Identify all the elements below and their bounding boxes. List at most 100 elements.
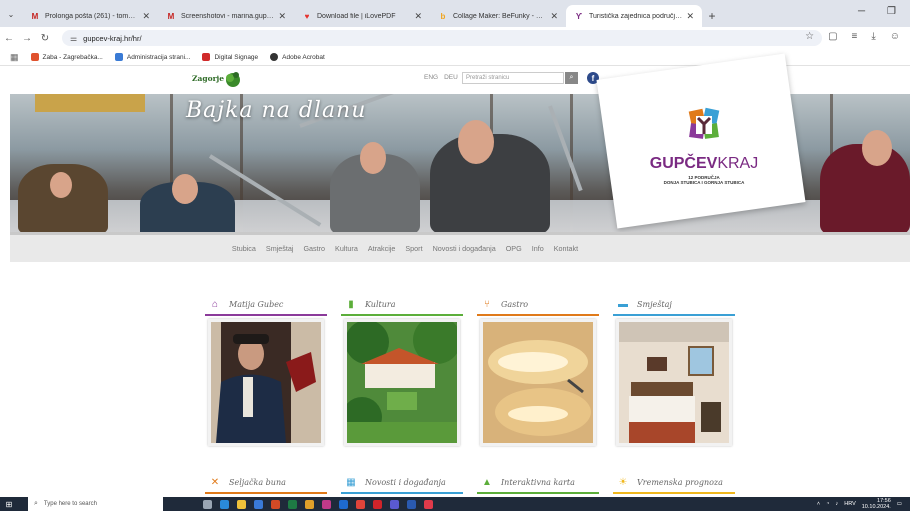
file-explorer-icon[interactable] [237, 499, 246, 509]
notification-icon[interactable]: ▭ [897, 501, 902, 507]
menu-item-kultura[interactable]: Kultura [335, 244, 358, 253]
sword-decor [548, 105, 583, 192]
bookmark-adobe-acrobat[interactable]: Adobe Acrobat [270, 53, 325, 61]
card-vremenska-prognoza[interactable]: ☀ Vremenska prognoza [613, 472, 735, 494]
smjestaj-image[interactable] [616, 319, 732, 446]
admin-icon [114, 53, 123, 61]
gmail-icon: M [167, 11, 175, 21]
minimize-icon[interactable]: ─ [858, 6, 865, 17]
card-smjestaj[interactable]: ▬ Smještaj [613, 294, 735, 449]
crossed-swords-icon: ✕ [210, 476, 220, 488]
tab-bar: ⌄ M Prolonga pošta (261) - tomelo... ✕ M… [0, 0, 910, 27]
warrior-woman-face [458, 120, 494, 164]
zagorje-link[interactable]: Zagorje [192, 74, 224, 83]
close-icon[interactable]: ✕ [686, 11, 694, 22]
word-icon[interactable] [407, 499, 416, 509]
download-icon[interactable]: ⤓ [871, 31, 875, 42]
address-bar[interactable]: ⚌ gupcev-kraj.hr/hr/ [62, 30, 822, 46]
card-gastro[interactable]: ⑂ Gastro [477, 294, 599, 449]
acrobat-icon[interactable] [373, 499, 382, 509]
site-info-icon[interactable]: ⚌ [70, 34, 77, 43]
teams-icon[interactable] [390, 499, 399, 509]
card-header: ▬ Smještaj [613, 294, 735, 316]
reading-list-icon[interactable]: ≡ [852, 31, 858, 42]
close-icon[interactable]: ✕ [278, 11, 286, 22]
store-icon[interactable] [254, 499, 263, 509]
keyboard-lang[interactable]: HRV [844, 501, 856, 507]
new-tab-button[interactable]: + [702, 5, 722, 27]
clock[interactable]: 17:56 10.10.2024. [862, 498, 891, 510]
edge-icon[interactable] [220, 499, 229, 509]
taskbar-search-input[interactable]: ⌕ Type here to search [28, 497, 163, 511]
bed-icon: ▬ [618, 298, 628, 310]
brand-logo-block[interactable]: GUPČEVKRAJ 12 PODRUČJA DONJA STUBICA I G… [634, 104, 774, 194]
close-icon[interactable]: ✕ [142, 11, 150, 22]
zagorje-logo-icon[interactable] [222, 69, 242, 89]
bookmark-zaba[interactable]: Zaba - Zagrebačka... [30, 53, 103, 61]
menu-item-novosti[interactable]: Novosti i događanja [433, 244, 496, 253]
menu-item-opg[interactable]: OPG [506, 244, 522, 253]
system-tray: ˄ ◔ ♪ HRV 17:56 10.10.2024. ▭ [817, 498, 902, 510]
card-header: ⑂ Gastro [477, 294, 599, 316]
menu-item-sport[interactable]: Sport [405, 244, 422, 253]
chrome-icon[interactable] [356, 499, 365, 509]
apps-icon[interactable]: ▦ [10, 52, 19, 63]
tab-turisticka-zajednica[interactable]: ϒ Turistička zajednica područja G... ✕ [566, 5, 702, 27]
bookmark-administracija[interactable]: Administracija strani... [114, 53, 190, 61]
pdf-app-icon[interactable] [424, 499, 433, 509]
maximize-icon[interactable]: ❐ [887, 6, 896, 17]
menu-item-gastro[interactable]: Gastro [303, 244, 325, 253]
chevron-up-icon[interactable]: ˄ [817, 501, 820, 507]
card-kultura[interactable]: ▮ Kultura [341, 294, 463, 449]
menu-item-kontakt[interactable]: Kontakt [554, 244, 578, 253]
calendar-icon: ▦ [346, 476, 356, 488]
excel-icon[interactable] [288, 499, 297, 509]
gupcev-kraj-logo-icon [688, 107, 720, 139]
forward-icon[interactable]: → [18, 33, 36, 44]
main-menu: Stubica Smještaj Gastro Kultura Atrakcij… [10, 232, 910, 262]
kultura-image[interactable] [344, 319, 460, 446]
warrior-face [50, 172, 72, 198]
tab-search-icon[interactable]: ⌄ [0, 3, 22, 25]
outlook-icon[interactable] [339, 499, 348, 509]
close-icon[interactable]: ✕ [414, 11, 422, 22]
card-header: ▮ Kultura [341, 294, 463, 316]
bookmark-star-icon[interactable]: ☆ [805, 31, 814, 42]
paint-icon[interactable] [305, 499, 314, 509]
gmail-icon: M [31, 11, 39, 21]
profile-icon[interactable]: ☺ [890, 31, 900, 42]
brand-name: GUPČEVKRAJ [649, 155, 759, 172]
task-view-icon[interactable] [203, 499, 212, 509]
bookmark-digital-signage[interactable]: Digital Signage [202, 53, 258, 61]
back-icon[interactable]: ← [0, 33, 18, 44]
speaker-icon[interactable]: ♪ [835, 501, 838, 507]
menu-item-stubica[interactable]: Stubica [232, 244, 256, 253]
card-matija-gubec[interactable]: ⌂ Matija Gubec [205, 294, 327, 449]
tab-gmail-2[interactable]: M Screenshotovi - marina.gupce... ✕ [158, 5, 294, 27]
search-icon[interactable]: ⌕ [565, 72, 578, 84]
photos-icon[interactable] [322, 499, 331, 509]
lang-eng[interactable]: ENG [424, 74, 438, 81]
lang-deu[interactable]: DEU [444, 74, 458, 81]
card-seljacka-buna[interactable]: ✕ Seljačka buna [205, 472, 327, 494]
tab-befunky[interactable]: b Collage Maker: BeFunky - Crea... ✕ [430, 5, 566, 27]
tab-gmail-1[interactable]: M Prolonga pošta (261) - tomelo... ✕ [22, 5, 158, 27]
matija-gubec-image[interactable] [208, 319, 324, 446]
tab-ilovepdf[interactable]: ♥ Download file | iLovePDF ✕ [294, 5, 430, 27]
toolbar-actions: ☆ ▢ ≡ ⤓ ☺ [805, 31, 900, 42]
close-icon[interactable]: ✕ [550, 11, 558, 22]
card-interaktivna-karta[interactable]: ▲ Interaktivna karta [477, 472, 599, 494]
menu-item-smjestaj[interactable]: Smještaj [266, 244, 294, 253]
card-novosti[interactable]: ▦ Novosti i događanja [341, 472, 463, 494]
powerpoint-icon[interactable] [271, 499, 280, 509]
menu-item-info[interactable]: Info [532, 244, 544, 253]
site-search-input[interactable]: Pretraži stranicu [462, 72, 564, 84]
castle-illustration [347, 322, 457, 443]
category-cards-row-2: ✕ Seljačka buna ▦ Novosti i događanja ▲ … [205, 472, 735, 496]
gastro-image[interactable] [480, 319, 596, 446]
network-icon[interactable]: ◔ [826, 501, 829, 507]
menu-item-atrakcije[interactable]: Atrakcije [368, 244, 396, 253]
extensions-icon[interactable]: ▢ [828, 31, 837, 42]
windows-start-icon[interactable]: ⊞ [0, 497, 18, 511]
reload-icon[interactable]: ↻ [36, 33, 54, 44]
